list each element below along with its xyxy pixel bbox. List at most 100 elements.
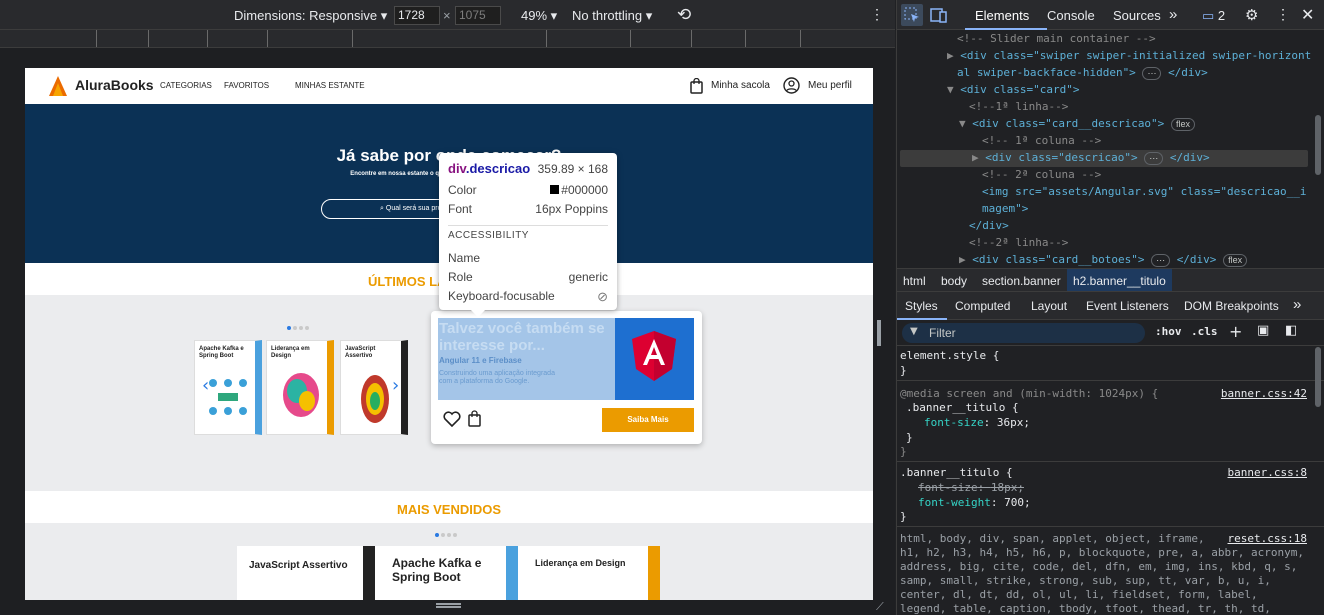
tooltip-color-label: Color — [448, 183, 477, 197]
carousel-dot[interactable] — [441, 533, 445, 537]
carousel-dot[interactable] — [435, 533, 439, 537]
cls-toggle[interactable]: .cls — [1191, 325, 1218, 338]
more-tabs-icon[interactable]: » — [1169, 6, 1177, 23]
filter-placeholder: Filter — [929, 326, 956, 340]
source-link[interactable]: banner.css:42 — [1221, 385, 1307, 402]
height-input[interactable]: 1075 — [455, 6, 501, 25]
dom-line[interactable]: <!--1ª linha--> — [969, 98, 1068, 115]
dom-line[interactable]: </div> — [969, 217, 1009, 234]
tab-sources[interactable]: Sources — [1113, 8, 1161, 23]
tab-elements[interactable]: Elements — [975, 8, 1029, 23]
dom-line[interactable]: ▼ <div class="card"> — [947, 81, 1079, 98]
tab-computed[interactable]: Computed — [955, 299, 1010, 313]
breadcrumb-html[interactable]: html — [903, 274, 926, 288]
tooltip-section: ACCESSIBILITY — [448, 230, 533, 241]
rotate-icon[interactable]: ⟲ — [677, 5, 691, 25]
sidebar-toggle-icon[interactable]: ◧ — [1285, 323, 1297, 338]
resize-handle-bottom[interactable] — [436, 603, 461, 608]
site-logo[interactable]: AluraBooks — [75, 77, 154, 93]
dom-tree: <!-- Slider main container --> ▶ <div cl… — [897, 30, 1324, 268]
tooltip-class: .descricao — [465, 161, 531, 176]
dom-scrollbar[interactable] — [1315, 115, 1321, 175]
bag-icon[interactable] — [690, 78, 703, 94]
saiba-mais-button[interactable]: Saiba Mais — [602, 408, 694, 432]
carousel-dot[interactable] — [305, 326, 309, 330]
tab-layout[interactable]: Layout — [1031, 299, 1067, 313]
dom-line[interactable]: ▶ <div class="swiper swiper-initialized … — [947, 47, 1311, 64]
issues-count: 2 — [1217, 8, 1226, 23]
rule-element-style[interactable]: element.style { — [900, 347, 999, 364]
book-cover[interactable]: Liderança em Design — [525, 546, 660, 600]
dom-line[interactable]: <!-- 1ª coluna --> — [982, 132, 1101, 149]
cart-label[interactable]: Minha sacola — [711, 80, 770, 91]
dom-line[interactable]: <!-- Slider main container --> — [957, 30, 1156, 47]
dom-line[interactable]: <img src="assets/Angular.svg" class="des… — [982, 183, 1307, 200]
nav-minhas-estante[interactable]: MINHAS ESTANTE — [295, 81, 365, 90]
breadcrumb-section[interactable]: section.banner — [982, 274, 1061, 288]
nav-favoritos[interactable]: FAVORITOS — [224, 81, 269, 90]
dom-line-selected[interactable]: ▶ <div class="descricao"> ⋯ </div> — [972, 149, 1210, 166]
hov-toggle[interactable]: :hov — [1155, 325, 1182, 338]
dom-line[interactable]: magem"> — [982, 200, 1028, 217]
profile-label[interactable]: Meu perfil — [808, 80, 852, 91]
settings-gear-icon[interactable]: ⚙ — [1245, 6, 1258, 24]
carousel-dot[interactable] — [447, 533, 451, 537]
dom-line[interactable]: ▼ <div class="card__descricao"> flex — [959, 115, 1195, 132]
heart-icon[interactable] — [443, 411, 461, 427]
resize-corner-icon[interactable]: ⟋ — [876, 600, 884, 614]
throttling-dropdown[interactable]: No throttling ▾ — [572, 8, 652, 24]
tab-styles[interactable]: Styles — [905, 299, 938, 313]
styles-tabbar: Styles Computed Layout Event Listeners D… — [897, 292, 1324, 320]
book-diagram-icon — [209, 379, 247, 415]
book-cover[interactable]: JavaScript Assertivo — [237, 546, 375, 600]
book-cover[interactable]: Liderança em Design — [266, 340, 334, 435]
breadcrumb-body[interactable]: body — [941, 274, 967, 288]
carousel-next-icon[interactable]: › — [392, 375, 399, 396]
carousel-dot[interactable] — [453, 533, 457, 537]
more-tabs-icon[interactable]: » — [1293, 296, 1301, 313]
resize-handle-right[interactable] — [877, 320, 881, 346]
source-link[interactable]: banner.css:8 — [1228, 464, 1307, 481]
carousel-dot[interactable] — [299, 326, 303, 330]
profile-icon[interactable] — [783, 77, 800, 94]
throttling-label: No throttling — [572, 8, 643, 23]
book-head-icon — [283, 373, 319, 417]
add-rule-icon[interactable]: + — [1229, 322, 1242, 341]
zoom-dropdown[interactable]: 49% ▾ — [521, 8, 557, 24]
styles-scrollbar[interactable] — [1315, 347, 1321, 407]
tooltip-role-label: Role — [448, 270, 473, 284]
filter-input[interactable]: ▼ Filter — [902, 323, 1145, 343]
carousel-dot[interactable] — [287, 326, 291, 330]
issues-badge[interactable]: ▭ 2 — [1202, 8, 1225, 24]
dom-line[interactable]: <!-- 2ª coluna --> — [982, 166, 1101, 183]
section-mais-vendidos: MAIS VENDIDOS — [25, 491, 873, 523]
tooltip-kbd-label: Keyboard-focusable — [448, 289, 555, 303]
more-icon[interactable]: ⋮ — [870, 6, 884, 23]
dimensions-label: Dimensions: Responsive — [234, 8, 378, 23]
width-input[interactable]: 1728 — [394, 6, 440, 25]
kebab-menu-icon[interactable]: ⋮ — [1276, 6, 1290, 23]
book-cover[interactable]: Apache Kafka e Spring Boot — [382, 546, 518, 600]
book-title: Apache Kafka e Spring Boot — [199, 346, 244, 359]
tooltip-role-value: generic — [568, 270, 608, 284]
css-declaration[interactable]: font-weight: 700; — [918, 494, 1031, 511]
nav-categorias[interactable]: CATEGORIAS — [160, 81, 212, 90]
dom-line[interactable]: <!--2ª linha--> — [969, 234, 1068, 251]
carousel-dot[interactable] — [293, 326, 297, 330]
tab-dom-breakpoints[interactable]: DOM Breakpoints — [1184, 299, 1279, 313]
paint-icon[interactable]: ▣ — [1257, 323, 1269, 338]
dom-line[interactable]: ▶ <div class="card__botoes"> ⋯ </div> fl… — [959, 251, 1248, 268]
carousel-prev-icon[interactable]: ‹ — [202, 375, 209, 396]
tab-console[interactable]: Console — [1047, 8, 1095, 23]
dimensions-dropdown[interactable]: Dimensions: Responsive ▾ — [234, 8, 387, 24]
bag-icon[interactable] — [468, 410, 481, 427]
css-declaration[interactable]: font-size: 36px; — [924, 414, 1030, 431]
tab-event-listeners[interactable]: Event Listeners — [1086, 299, 1169, 313]
dom-line[interactable]: al swiper-backface-hidden"> ⋯ </div> — [957, 64, 1208, 81]
inspect-element-icon[interactable] — [901, 4, 923, 26]
breadcrumb-h2[interactable]: h2.banner__titulo — [1067, 269, 1172, 291]
devtools-panel: Elements Console Sources » ▭ 2 ⚙ ⋮ ✕ <!-… — [896, 0, 1324, 615]
zoom-label: 49% — [521, 8, 548, 23]
close-icon[interactable]: ✕ — [1301, 5, 1314, 25]
device-toggle-icon[interactable] — [930, 6, 948, 24]
